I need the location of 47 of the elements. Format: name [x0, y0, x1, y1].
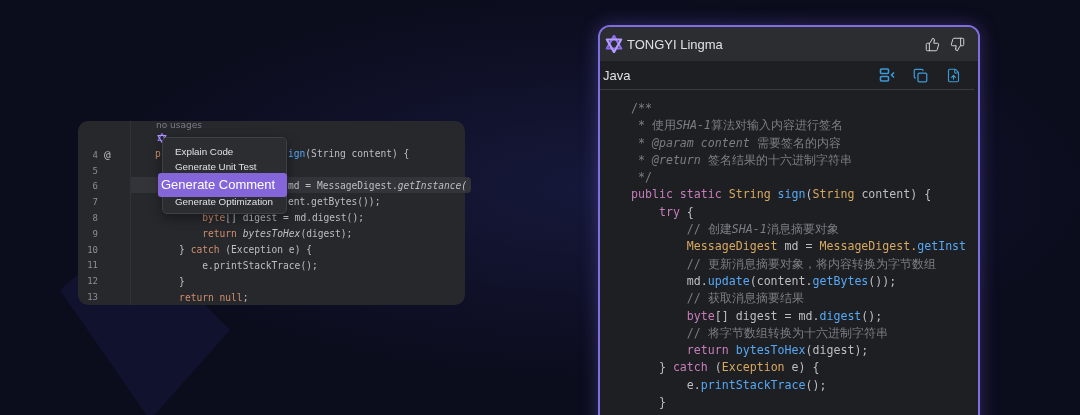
- usage-hint: no usages: [155, 120, 202, 132]
- code-line: public static String sign(String content) {: [631, 186, 933, 204]
- menu-item[interactable]: Explain Code: [163, 144, 286, 159]
- code-line: byte[] digest = md.digest();: [685, 307, 884, 325]
- code-line: // 获取消息摘要结果: [685, 290, 805, 308]
- star-logo-icon: [605, 35, 623, 53]
- line-number: 6: [91, 181, 98, 192]
- code-line: return null;: [178, 291, 249, 303]
- star-logo-icon: [157, 133, 167, 144]
- code-line: e.printStackTrace();: [201, 259, 318, 271]
- code-line: return bytesToHex(digest);: [201, 227, 353, 239]
- code-fragment: ign(String content) {: [288, 147, 411, 159]
- code-line: md.update(content.getBytes());: [685, 272, 898, 290]
- code-line: } catch (Exception e) {: [657, 359, 821, 377]
- line-number: 12: [86, 276, 98, 287]
- code-line: // 将字节数组转换为十六进制字符串: [685, 324, 889, 342]
- line-number: 8: [91, 213, 98, 224]
- language-label: Java: [603, 67, 632, 83]
- code-line: * @param content 需要签名的内容: [636, 134, 842, 152]
- panel-title: TONGYI Lingma: [627, 36, 724, 52]
- line-number: 4: [91, 149, 98, 160]
- code-line: // 更新消息摘要对象，将内容转换为字节数组: [685, 255, 937, 273]
- line-number: 5: [91, 165, 98, 176]
- code-line: // 创建SHA-1消息摘要对象: [685, 221, 840, 239]
- code-line: }: [657, 394, 667, 412]
- code-line: MessageDigest md = MessageDigest.getInst: [685, 238, 968, 256]
- code-line: try {: [657, 203, 695, 221]
- annotation-marker: @: [103, 148, 112, 162]
- line-number: 13: [86, 292, 98, 303]
- code-line: * 使用SHA-1算法对输入内容进行签名: [636, 117, 844, 135]
- code-line: e.printStackTrace();: [685, 376, 828, 394]
- code-fragment: md = MessageDigest.getInstance(: [288, 179, 469, 191]
- code-line: * @return 签名结果的十六进制字符串: [636, 151, 853, 169]
- code-line: return bytesToHex(digest);: [685, 342, 870, 360]
- menu-item[interactable]: Generate Unit Test: [163, 159, 286, 174]
- line-number: 7: [91, 197, 98, 208]
- menu-item[interactable]: Generate Optimization: [163, 194, 286, 209]
- code-line: } catch (Exception e) {: [178, 243, 312, 255]
- code-fragment: p: [154, 147, 161, 159]
- line-number: 9: [91, 228, 98, 239]
- code-line: }: [178, 275, 185, 287]
- code-line: */: [636, 169, 653, 187]
- code-fragment: ent.getBytes());: [288, 195, 382, 207]
- line-number: 10: [86, 244, 98, 255]
- code-line: /**: [631, 100, 653, 117]
- menu-item[interactable]: Generate Comment: [158, 173, 287, 197]
- line-number: 11: [86, 260, 98, 271]
